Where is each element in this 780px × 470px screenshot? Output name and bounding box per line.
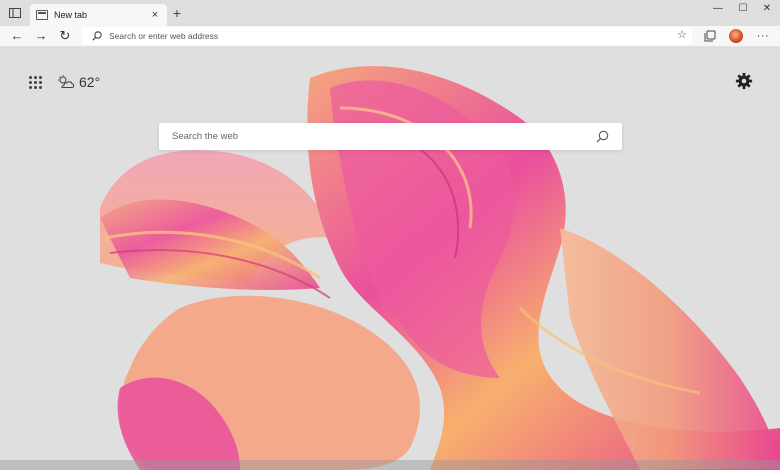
new-tab-button[interactable]: +	[170, 5, 184, 21]
title-bar: New tab × + — ☐ ✕	[0, 0, 780, 26]
weather-widget[interactable]: 62°	[57, 72, 100, 92]
address-input[interactable]	[109, 29, 669, 43]
tab-title: New tab	[54, 10, 88, 20]
collections-button[interactable]	[702, 28, 718, 44]
forward-button[interactable]: →	[33, 28, 49, 44]
favorite-star-icon[interactable]: ☆	[677, 28, 687, 41]
web-search-input[interactable]	[172, 129, 572, 144]
search-icon[interactable]	[596, 130, 609, 143]
new-tab-page: 62°	[0, 48, 780, 470]
back-button[interactable]: ←	[9, 28, 25, 44]
browser-toolbar: ← → ↻ ☆ ···	[0, 26, 780, 47]
tab-actions-icon	[9, 8, 21, 18]
refresh-button[interactable]: ↻	[57, 28, 73, 44]
page-icon	[36, 10, 48, 20]
tab-close-button[interactable]: ×	[147, 9, 163, 21]
profile-button[interactable]	[728, 28, 744, 44]
bottom-feed-strip	[0, 460, 780, 470]
gear-icon[interactable]	[735, 72, 753, 90]
collections-icon	[704, 30, 716, 42]
cloud-sun-icon	[58, 75, 75, 88]
web-search-box[interactable]	[159, 123, 622, 150]
avatar	[729, 29, 743, 43]
background-art-image	[100, 66, 780, 470]
tab-new-tab[interactable]: New tab ×	[30, 4, 167, 26]
search-icon	[92, 31, 102, 41]
temperature-label: 62°	[79, 74, 101, 90]
maximize-button[interactable]: ☐	[733, 2, 753, 16]
minimize-button[interactable]: —	[708, 2, 728, 16]
more-options-button[interactable]: ···	[755, 28, 771, 44]
apps-grid-icon[interactable]	[29, 76, 43, 90]
address-bar[interactable]: ☆	[82, 27, 692, 45]
window-close-button[interactable]: ✕	[757, 2, 777, 16]
tab-actions-button[interactable]	[4, 3, 26, 23]
